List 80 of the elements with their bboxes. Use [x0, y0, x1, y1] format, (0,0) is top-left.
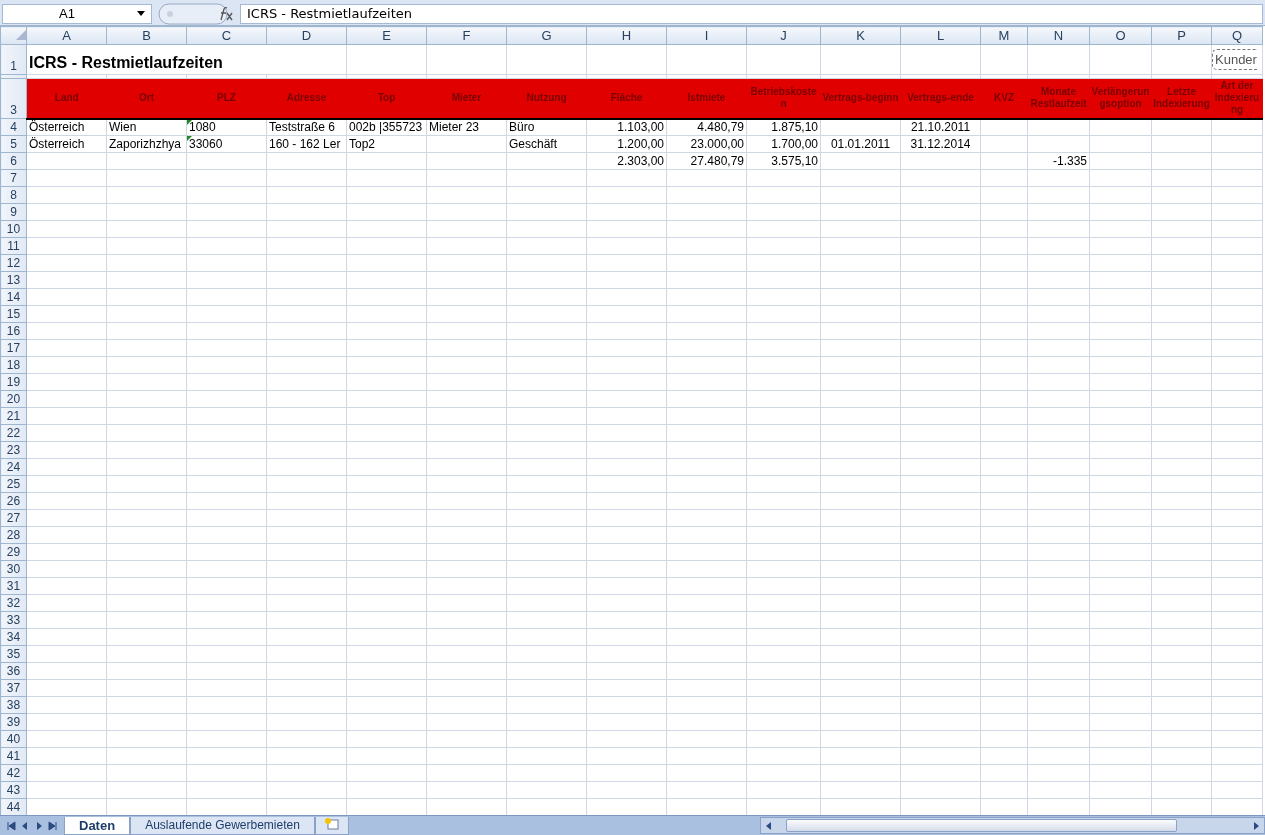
header-cell: Land: [26, 78, 107, 119]
table-cell: Büro: [506, 118, 587, 136]
header-cell: Top: [346, 78, 427, 119]
column-header[interactable]: Q: [1211, 26, 1263, 45]
column-header[interactable]: B: [106, 26, 187, 45]
horizontal-scrollbar[interactable]: [759, 817, 1265, 834]
last-sheet-icon[interactable]: [48, 820, 58, 831]
table-cell: 002b |355723: [346, 118, 427, 136]
header-cell: Vertrags-beginn: [820, 78, 901, 119]
header-cell: Vertrags-ende: [900, 78, 981, 119]
header-cell: Nutzung: [506, 78, 587, 119]
sheet-tab[interactable]: Auslaufende Gewerbemieten: [130, 816, 315, 835]
column-header[interactable]: C: [186, 26, 267, 45]
sheet-title: ICRS - Restmietlaufzeiten: [29, 55, 223, 70]
column-header[interactable]: D: [266, 26, 347, 45]
table-cell: 01.01.2011: [820, 135, 901, 153]
table-cell: 1.700,00: [746, 135, 821, 153]
table-cell: 21.10.2011: [900, 118, 981, 136]
table-cell: Top2: [346, 135, 427, 153]
column-header[interactable]: O: [1089, 26, 1152, 45]
header-cell: Monate Restlaufzeit: [1027, 78, 1090, 119]
header-cell: Art der Indexierung: [1211, 78, 1263, 119]
table-cell: Teststraße 6: [266, 118, 347, 136]
previous-sheet-icon[interactable]: [20, 820, 30, 831]
column-header[interactable]: L: [900, 26, 981, 45]
table-cell: Geschäft: [506, 135, 587, 153]
next-sheet-icon[interactable]: [34, 820, 44, 831]
column-header[interactable]: M: [980, 26, 1028, 45]
name-box[interactable]: A1: [2, 3, 152, 24]
column-header[interactable]: I: [666, 26, 747, 45]
table-cell: 27.480,79: [666, 152, 747, 170]
row-header[interactable]: 1: [0, 44, 27, 75]
column-header[interactable]: F: [426, 26, 507, 45]
header-cell: KVZ: [980, 78, 1028, 119]
column-header[interactable]: E: [346, 26, 427, 45]
new-sheet-icon: [323, 817, 340, 830]
table-cell: 1.875,10: [746, 118, 821, 136]
table-cell: 33060: [186, 135, 267, 153]
caret-icon: [137, 11, 145, 16]
header-cell: Fläche: [586, 78, 667, 119]
column-header[interactable]: G: [506, 26, 587, 45]
scroll-right-icon[interactable]: [1251, 820, 1261, 831]
resize-handle-icon[interactable]: [158, 2, 228, 25]
function-icon[interactable]: [218, 6, 234, 21]
table-cell: 31.12.2014: [900, 135, 981, 153]
table-cell: 4.480,79: [666, 118, 747, 136]
table-cell: 160 - 162 Ler: [266, 135, 347, 153]
header-cell: Verlängerungsoption: [1089, 78, 1152, 119]
table-cell: Österreich: [26, 118, 107, 136]
table-cell: Österreich: [26, 135, 107, 153]
header-cell: Mieter: [426, 78, 507, 119]
header-cell: Letzte Indexierung: [1151, 78, 1212, 119]
sheet-tab[interactable]: Daten: [64, 816, 131, 835]
header-cell: Adresse: [266, 78, 347, 119]
formula-field[interactable]: ICRS - Restmietlaufzeiten: [240, 3, 1263, 24]
column-header[interactable]: H: [586, 26, 667, 45]
first-sheet-icon[interactable]: [6, 820, 16, 831]
corner-triangle-icon: [16, 30, 26, 40]
table-cell: 1080: [186, 118, 267, 136]
header-cell: Betriebskosten: [746, 78, 821, 119]
row-header[interactable]: 3: [0, 78, 27, 119]
table-cell: Mieter 23: [426, 118, 507, 136]
table-cell: 23.000,00: [666, 135, 747, 153]
header-cell: Ort: [106, 78, 187, 119]
header-cell: PLZ: [186, 78, 267, 119]
table-cell: 1.200,00: [586, 135, 667, 153]
column-header[interactable]: J: [746, 26, 821, 45]
text-box[interactable]: Kunder: [1212, 49, 1257, 70]
column-header[interactable]: N: [1027, 26, 1090, 45]
column-header[interactable]: K: [820, 26, 901, 45]
table-cell: Wien: [106, 118, 187, 136]
header-cell: Istmiete: [666, 78, 747, 119]
column-header[interactable]: A: [26, 26, 107, 45]
table-cell: 2.303,00: [586, 152, 667, 170]
column-header[interactable]: P: [1151, 26, 1212, 45]
table-cell: 3.575,10: [746, 152, 821, 170]
table-cell: 1.103,00: [586, 118, 667, 136]
table-cell: Zaporizhzhya: [106, 135, 187, 153]
table-cell: -1.335: [1027, 152, 1090, 170]
insert-sheet-button[interactable]: [314, 816, 349, 835]
